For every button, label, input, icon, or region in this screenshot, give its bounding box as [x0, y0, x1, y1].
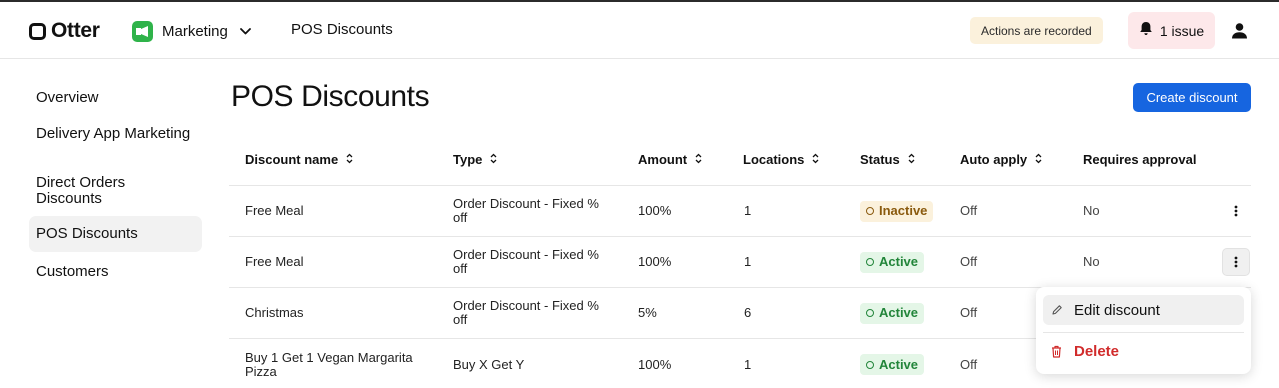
status-label: Inactive	[879, 203, 928, 218]
column-label: Discount name	[245, 152, 339, 167]
status-dot-icon	[866, 309, 874, 317]
discount-name-cell: Free Meal	[245, 254, 304, 269]
pencil-icon	[1051, 304, 1065, 316]
sort-icon	[908, 152, 915, 167]
locations-cell: 6	[744, 305, 752, 320]
table-row[interactable]: Free Meal Order Discount - Fixed % off 1…	[229, 186, 1251, 237]
sidebar-item-direct-orders-discounts[interactable]: Direct Orders Discounts	[29, 175, 202, 207]
column-header-locations[interactable]: Locations	[743, 152, 819, 167]
app-switcher-label: Marketing	[162, 22, 228, 40]
status-cell: Active	[860, 339, 925, 388]
menu-divider	[1043, 332, 1244, 333]
row-actions-menu: Edit discount Delete	[1036, 287, 1251, 374]
sidebar-item-delivery-app-marketing[interactable]: Delivery App Marketing	[29, 126, 202, 142]
amount-cell: 100%	[638, 203, 672, 218]
status-dot-icon	[866, 207, 874, 215]
column-header-requires-approval: Requires approval	[1083, 152, 1196, 167]
amount-cell: 100%	[638, 356, 672, 372]
row-actions-button[interactable]	[1222, 197, 1250, 225]
page-title: POS Discounts	[231, 80, 430, 113]
amount-cell: 100%	[638, 254, 672, 269]
more-vertical-icon	[1234, 256, 1238, 268]
status-label: Active	[879, 305, 919, 320]
marketing-app-icon	[132, 20, 153, 42]
edit-discount-label: Edit discount	[1074, 301, 1160, 319]
discount-name-cell: Free Meal	[245, 203, 304, 218]
column-header-status[interactable]: Status	[860, 152, 915, 167]
more-vertical-icon	[1234, 205, 1238, 217]
type-cell: Buy X Get Y	[453, 356, 525, 372]
status-dot-icon	[866, 360, 874, 369]
status-cell: Inactive	[860, 186, 934, 236]
locations-cell: 1	[744, 356, 752, 372]
table-header: Discount name Type Amount Locations Stat…	[229, 134, 1251, 186]
create-discount-button[interactable]: Create discount	[1133, 83, 1251, 112]
type-cell: Order Discount - Fixed % off	[453, 298, 599, 327]
column-label: Requires approval	[1083, 152, 1197, 167]
locations-cell: 1	[744, 254, 752, 269]
auto-apply-cell: Off	[960, 254, 978, 269]
sidebar-item-overview[interactable]: Overview	[29, 90, 202, 106]
issues-label: 1 issue	[1159, 22, 1205, 39]
bell-icon	[1139, 21, 1153, 41]
status-badge: Active	[860, 302, 925, 324]
auto-apply-cell: Off	[960, 356, 978, 372]
status-label: Active	[879, 254, 919, 269]
column-header-amount[interactable]: Amount	[638, 152, 702, 167]
delete-menu-item[interactable]: Delete	[1043, 336, 1244, 366]
sort-icon	[812, 152, 819, 167]
sort-icon	[490, 152, 497, 167]
status-cell: Active	[860, 237, 925, 287]
column-header-type[interactable]: Type	[453, 152, 497, 167]
discount-name-cell: Christmas	[245, 305, 304, 320]
status-label: Active	[879, 356, 919, 372]
column-label: Amount	[638, 152, 688, 167]
sort-icon	[1035, 152, 1042, 167]
logo-text: Otter	[51, 19, 100, 42]
sort-icon	[346, 152, 353, 167]
app-switcher[interactable]: Marketing	[132, 20, 251, 42]
sidebar-item-customers[interactable]: Customers	[29, 264, 202, 280]
sidebar-item-pos-discounts[interactable]: POS Discounts	[29, 216, 202, 252]
status-cell: Active	[860, 288, 925, 338]
auto-apply-cell: Off	[960, 203, 978, 218]
locations-cell: 1	[744, 203, 752, 218]
top-bar: Otter Marketing POS Discounts Actions ar…	[0, 2, 1279, 59]
status-badge: Active	[860, 251, 925, 273]
requires-approval-cell: No	[1083, 254, 1100, 269]
type-cell: Order Discount - Fixed % off	[453, 247, 599, 276]
otter-logo[interactable]: Otter	[29, 19, 100, 43]
otter-logo-icon	[29, 22, 46, 40]
column-header-discount-name[interactable]: Discount name	[245, 152, 353, 167]
status-badge: Inactive	[860, 200, 934, 222]
status-badge: Active	[860, 354, 925, 375]
requires-approval-cell: No	[1083, 203, 1100, 218]
delete-label: Delete	[1074, 342, 1120, 360]
column-label: Type	[453, 152, 483, 167]
type-cell: Order Discount - Fixed % off	[453, 196, 599, 225]
user-icon[interactable]	[1231, 22, 1248, 44]
column-label: Status	[860, 152, 900, 167]
auto-apply-cell: Off	[960, 305, 978, 320]
row-actions-button[interactable]	[1222, 248, 1250, 276]
chevron-down-icon	[239, 22, 251, 40]
trash-icon	[1051, 345, 1065, 358]
column-header-auto-apply[interactable]: Auto apply	[960, 152, 1042, 167]
table-row[interactable]: Free Meal Order Discount - Fixed % off 1…	[229, 237, 1251, 288]
column-label: Locations	[743, 152, 805, 167]
issues-button[interactable]: 1 issue	[1128, 12, 1215, 49]
column-label: Auto apply	[960, 152, 1028, 167]
status-dot-icon	[866, 258, 874, 266]
discount-name-cell: Buy 1 Get 1 Vegan Margarita Pizza	[245, 349, 413, 379]
sort-icon	[695, 152, 702, 167]
amount-cell: 5%	[638, 305, 657, 320]
breadcrumb: POS Discounts	[291, 21, 393, 38]
recording-notice-badge: Actions are recorded	[970, 17, 1103, 44]
edit-discount-menu-item[interactable]: Edit discount	[1043, 295, 1244, 325]
